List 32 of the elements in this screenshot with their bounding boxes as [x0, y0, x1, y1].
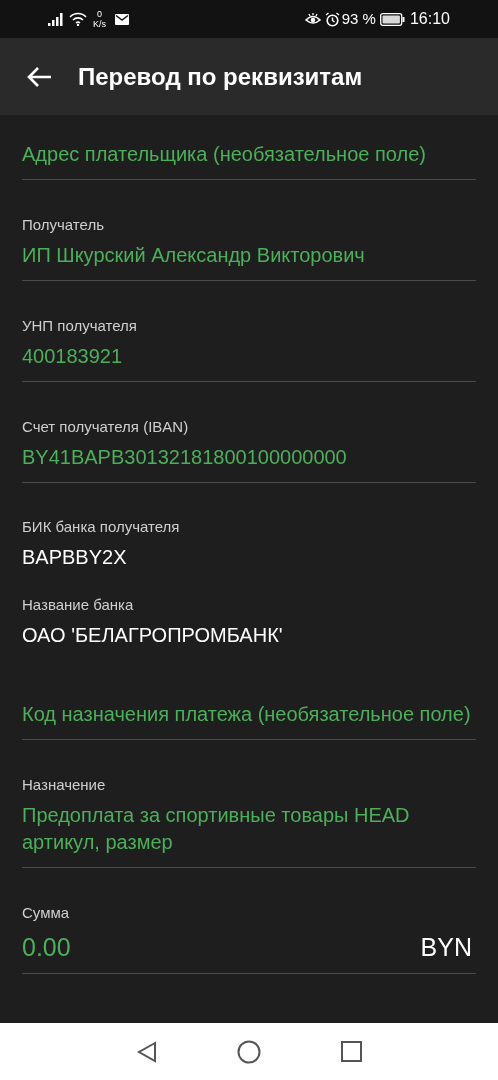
- battery-percent: 93 %: [341, 8, 376, 29]
- field-label: Сумма: [22, 903, 71, 923]
- network-speed-value: 0: [97, 9, 102, 19]
- field-label: УНП получателя: [22, 316, 138, 336]
- field-label: Счет получателя (IBAN): [22, 417, 190, 437]
- amount-field[interactable]: 0.00: [22, 931, 71, 963]
- alarm-icon: [324, 11, 340, 27]
- field-label: Назначение: [22, 775, 107, 795]
- back-nav-icon[interactable]: [136, 1040, 157, 1063]
- network-speed-unit: K/s: [93, 19, 106, 29]
- input-field[interactable]: Предоплата за спортивные товары HEAD артикул, размер: [22, 802, 476, 856]
- input-field[interactable]: Адрес плательщика (необязательное поле): [22, 141, 476, 168]
- input-field[interactable]: 400183921: [22, 343, 476, 370]
- screen-title: Перевод по реквизитам: [78, 61, 363, 92]
- input-field[interactable]: ИП Шкурский Александр Викторович: [22, 242, 476, 269]
- field-value: ОАО 'БЕЛАГРОПРОМБАНК': [22, 623, 284, 648]
- field-label: БИК банка получателя: [22, 517, 181, 537]
- input-field[interactable]: BY41BAPB30132181800100000000: [22, 444, 476, 471]
- back-arrow-icon: [26, 65, 52, 88]
- mail-icon: [115, 13, 129, 25]
- eye-icon: [304, 12, 321, 26]
- field-value: BAPBBY2X: [22, 545, 128, 570]
- wifi-icon: [69, 12, 87, 26]
- signal-icon: [48, 12, 66, 26]
- field-label: Название банка: [22, 595, 135, 615]
- battery-icon: [379, 12, 405, 26]
- field-label: Получатель: [22, 215, 105, 235]
- clock-time: 16:10: [409, 9, 450, 29]
- input-field[interactable]: Код назначения платежа (необязательное поле): [22, 701, 476, 728]
- recents-nav-icon[interactable]: [340, 1041, 362, 1062]
- home-nav-icon[interactable]: [236, 1039, 261, 1064]
- currency-label: BYN: [420, 932, 472, 963]
